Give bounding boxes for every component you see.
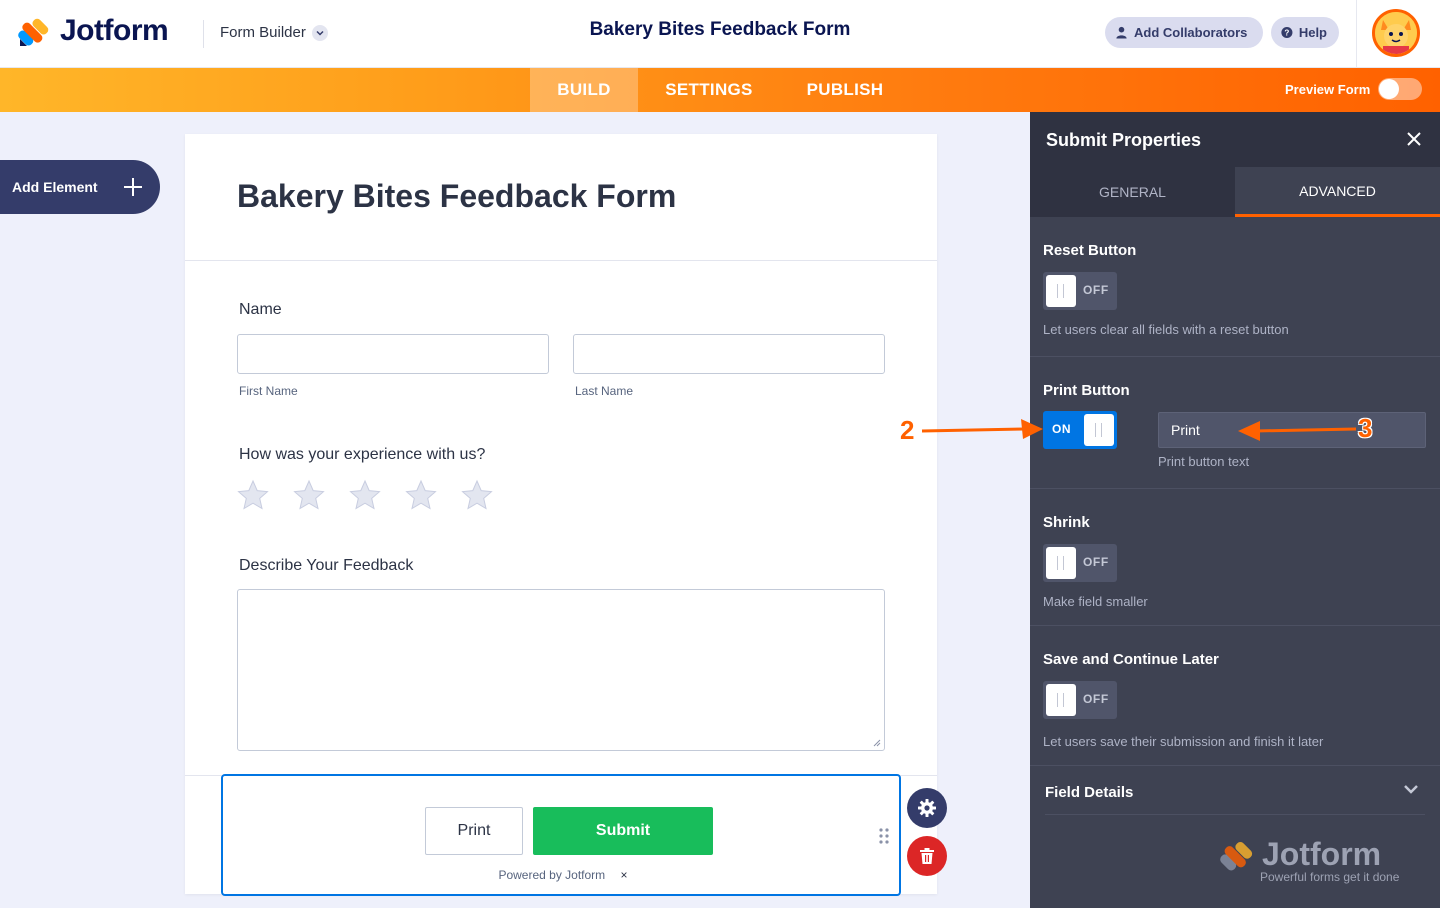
form-heading[interactable]: Bakery Bites Feedback Form: [237, 178, 676, 215]
divider: [185, 260, 937, 261]
help-label: Help: [1298, 25, 1327, 40]
name-label[interactable]: Name: [239, 301, 282, 319]
watermark-tagline: Powerful forms get it done: [1260, 870, 1400, 884]
star-icon[interactable]: [404, 478, 438, 512]
annotation-step-3: 3: [1358, 413, 1373, 443]
annotation-arrow: [921, 427, 1026, 433]
first-name-sublabel: First Name: [239, 384, 298, 398]
shrink-desc: Make field smaller: [1043, 594, 1148, 609]
shrink-toggle[interactable]: OFF: [1043, 544, 1117, 582]
annotation-step-2: 2: [900, 415, 915, 445]
shrink-title: Shrink: [1043, 514, 1090, 531]
help-button[interactable]: ? Help: [1271, 17, 1339, 48]
toggle-knob: [1046, 684, 1076, 716]
feedback-textarea[interactable]: [237, 589, 885, 751]
save-continue-title: Save and Continue Later: [1043, 651, 1219, 668]
watermark-logo-text: Jotform: [1262, 836, 1382, 872]
tab-settings[interactable]: SETTINGS: [648, 68, 770, 112]
toggle-state: OFF: [1083, 283, 1109, 297]
toggle-state: OFF: [1083, 555, 1109, 569]
print-button-title: Print Button: [1043, 382, 1130, 399]
reset-button-toggle[interactable]: OFF: [1043, 272, 1117, 310]
drag-handle-icon[interactable]: [879, 828, 889, 844]
star-icon[interactable]: [348, 478, 382, 512]
powered-by-close-icon[interactable]: ×: [621, 868, 628, 882]
last-name-input[interactable]: [573, 334, 885, 374]
submit-field-selected[interactable]: Print Submit Powered by Jotform ×: [221, 774, 901, 896]
preview-form-label: Preview Form: [1285, 82, 1371, 97]
toggle-state: OFF: [1083, 692, 1109, 706]
divider: [1030, 488, 1440, 489]
svg-text:?: ?: [1284, 28, 1289, 37]
first-name-input[interactable]: [237, 334, 549, 374]
panel-tabs: GENERAL ADVANCED: [1030, 167, 1440, 217]
resize-handle-icon[interactable]: [873, 739, 881, 747]
divider: [1030, 765, 1440, 766]
add-element-label: Add Element: [12, 179, 98, 195]
divider: [1356, 0, 1357, 68]
submit-properties-panel: Submit Properties GENERAL ADVANCED Reset…: [1030, 112, 1440, 908]
plus-icon: [124, 178, 142, 196]
print-button-toggle[interactable]: ON: [1043, 411, 1117, 449]
builder-navbar: BUILD SETTINGS PUBLISH Preview Form: [0, 68, 1440, 112]
gear-icon: [918, 799, 936, 817]
toggle-state: ON: [1052, 422, 1072, 436]
toggle-knob: [1084, 414, 1114, 446]
help-icon: ?: [1281, 26, 1293, 39]
toggle-knob: [1046, 547, 1076, 579]
preview-form-toggle[interactable]: [1378, 78, 1422, 100]
tab-general[interactable]: GENERAL: [1030, 167, 1235, 217]
tab-publish[interactable]: PUBLISH: [790, 68, 900, 112]
powered-by-jotform: Powered by Jotform ×: [223, 868, 903, 882]
field-settings-button[interactable]: [907, 788, 947, 828]
toggle-knob: [1046, 275, 1076, 307]
user-icon: [1116, 26, 1127, 39]
star-icon[interactable]: [292, 478, 326, 512]
submit-button[interactable]: Submit: [533, 807, 713, 855]
star-icon[interactable]: [460, 478, 494, 512]
chevron-down-icon[interactable]: [1402, 780, 1420, 798]
divider: [1030, 625, 1440, 626]
panel-title: Submit Properties: [1046, 130, 1202, 150]
rating-label[interactable]: How was your experience with us?: [239, 446, 485, 464]
save-continue-desc: Let users save their submission and fini…: [1043, 734, 1324, 749]
divider: [1045, 814, 1425, 815]
print-button-text-input[interactable]: Print: [1158, 412, 1426, 448]
save-continue-toggle[interactable]: OFF: [1043, 681, 1117, 719]
form-canvas: Bakery Bites Feedback Form Name First Na…: [185, 134, 937, 896]
divider: [1030, 356, 1440, 357]
last-name-sublabel: Last Name: [575, 384, 634, 398]
field-details-title[interactable]: Field Details: [1045, 784, 1133, 801]
print-button[interactable]: Print: [425, 807, 523, 855]
feedback-label[interactable]: Describe Your Feedback: [239, 557, 413, 575]
add-element-button[interactable]: Add Element: [0, 160, 160, 214]
powered-by-text[interactable]: Powered by Jotform: [498, 868, 605, 882]
jotform-logo-icon: [1220, 841, 1253, 871]
reset-button-title: Reset Button: [1043, 242, 1137, 259]
add-collaborators-label: Add Collaborators: [1134, 25, 1248, 40]
print-button-text-desc: Print button text: [1158, 454, 1250, 469]
panel-header: Submit Properties: [1030, 112, 1440, 167]
reset-button-desc: Let users clear all fields with a reset …: [1043, 322, 1289, 337]
avatar[interactable]: [1372, 9, 1420, 57]
trash-icon: [920, 848, 934, 864]
star-icon[interactable]: [236, 478, 270, 512]
tab-advanced[interactable]: ADVANCED: [1235, 167, 1440, 217]
add-collaborators-button[interactable]: Add Collaborators: [1105, 17, 1263, 48]
close-icon[interactable]: [1406, 131, 1422, 147]
tab-build[interactable]: BUILD: [530, 68, 638, 112]
delete-field-button[interactable]: [907, 836, 947, 876]
top-header: Jotform Form Builder Bakery Bites Feedba…: [0, 0, 1440, 68]
